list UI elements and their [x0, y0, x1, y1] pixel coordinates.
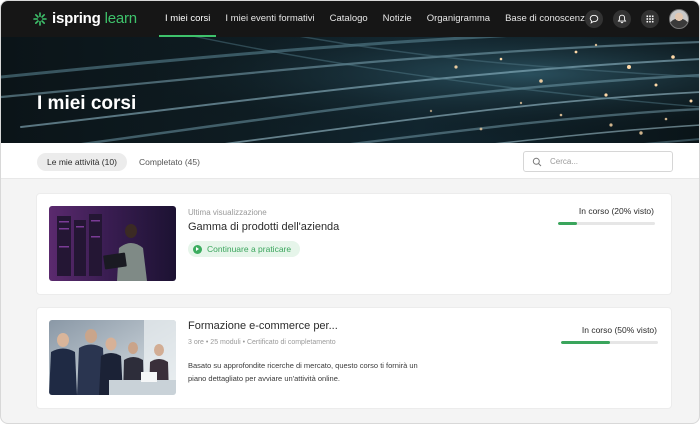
- course-thumbnail-image: [49, 206, 176, 281]
- last-viewed-label: Ultima visualizzazione: [188, 208, 267, 217]
- chat-icon: [589, 14, 599, 24]
- top-navigation-bar: ispring learn I miei corsi I miei eventi…: [1, 1, 699, 37]
- play-icon: [193, 244, 202, 254]
- logo-text-ispring: ispring: [52, 10, 101, 27]
- user-avatar[interactable]: [669, 9, 689, 29]
- continue-practicing-button[interactable]: Continuare a praticare: [188, 241, 301, 257]
- course-progress-fill: [558, 222, 578, 225]
- tab-my-activities[interactable]: Le mie attività (10): [37, 153, 127, 171]
- apps-menu-button[interactable]: [641, 10, 659, 28]
- page-title: I miei corsi: [37, 93, 137, 114]
- ispring-learn-logo[interactable]: ispring learn: [33, 10, 137, 27]
- search-box[interactable]: [523, 151, 673, 172]
- notifications-button[interactable]: [613, 10, 631, 28]
- course-description: Basato su approfondite ricerche di merca…: [188, 361, 418, 383]
- course-title[interactable]: Formazione e-commerce per...: [188, 320, 338, 332]
- logo-text: ispring learn: [52, 10, 137, 27]
- course-thumbnail: [49, 320, 176, 395]
- bell-icon: [617, 14, 627, 24]
- search-icon: [532, 157, 542, 166]
- hero-banner: I miei corsi: [1, 37, 699, 143]
- course-progress-bar: [558, 222, 655, 225]
- course-progress-bar: [561, 341, 658, 344]
- course-status: In corso (20% visto): [578, 206, 654, 216]
- search-input[interactable]: [550, 157, 660, 166]
- nav-actions: [585, 9, 689, 29]
- course-thumbnail: [49, 206, 176, 281]
- nav-item-news[interactable]: Notizie: [377, 1, 418, 37]
- main-nav: I miei corsi I miei eventi formativi Cat…: [159, 1, 599, 37]
- course-card[interactable]: Formazione e-commerce per... 3 ore • 25 …: [36, 307, 672, 409]
- nav-item-knowledge-base[interactable]: Base di conoscenza: [499, 1, 596, 37]
- nav-item-my-training-events[interactable]: I miei eventi formativi: [219, 1, 320, 37]
- course-status: In corso (50% visto): [581, 325, 657, 335]
- apps-grid-icon: [646, 15, 654, 23]
- chat-button[interactable]: [585, 10, 603, 28]
- course-card[interactable]: Ultima visualizzazione Gamma di prodotti…: [36, 193, 672, 295]
- course-meta: 3 ore • 25 moduli • Certificato di compl…: [188, 339, 336, 346]
- app-window: ispring learn I miei corsi I miei eventi…: [0, 0, 700, 424]
- nav-item-catalog[interactable]: Catalogo: [324, 1, 374, 37]
- filter-bar: Le mie attività (10) Completato (45): [1, 143, 699, 179]
- continue-practicing-label: Continuare a praticare: [207, 244, 292, 254]
- nav-item-my-courses[interactable]: I miei corsi: [159, 1, 217, 37]
- course-thumbnail-image: [49, 320, 176, 395]
- logo-mark-icon: [33, 11, 47, 26]
- course-progress-fill: [561, 341, 610, 344]
- nav-item-org-chart[interactable]: Organigramma: [421, 1, 496, 37]
- logo-text-learn: learn: [100, 10, 138, 27]
- hero-fiber-optic-image: [1, 37, 699, 143]
- course-title[interactable]: Gamma di prodotti dell'azienda: [188, 221, 339, 233]
- tab-completed[interactable]: Completato (45): [139, 153, 200, 171]
